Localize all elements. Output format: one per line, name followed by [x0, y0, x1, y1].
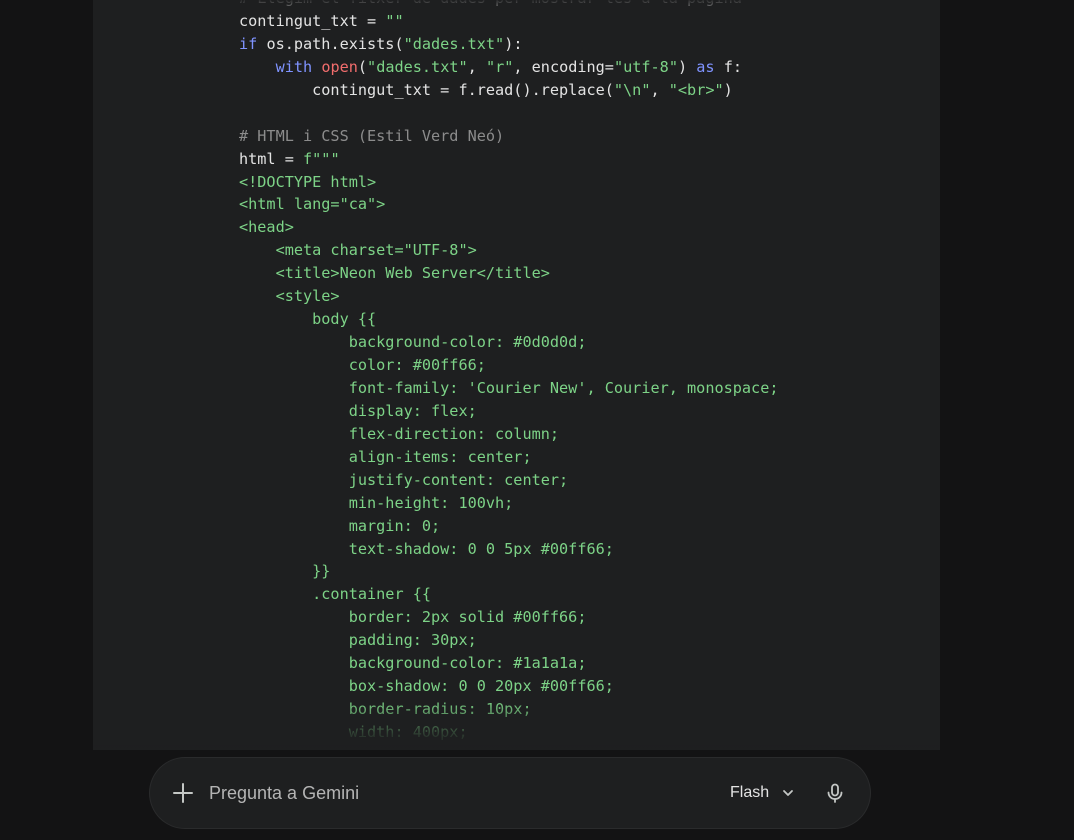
code-line: <meta charset="UTF-8">: [239, 239, 778, 262]
code-token: text-shadow: 0 0 5px #00ff66;: [239, 539, 614, 558]
code-line: background-color: #1a1a1a;: [239, 652, 778, 675]
code-line: <title>Neon Web Server</title>: [239, 262, 778, 285]
code-token: <meta charset="UTF-8">: [239, 241, 477, 260]
code-token: background-color: #0d0d0d;: [239, 333, 587, 352]
add-attachment-button[interactable]: [164, 774, 202, 812]
code-line: margin: 0;: [239, 515, 778, 538]
code-token: # Llegim el fitxer de dades per mostrar-…: [239, 0, 742, 7]
microphone-icon: [827, 783, 843, 803]
code-token: .container {{: [239, 585, 432, 604]
code-token: color: #00ff66;: [239, 356, 486, 374]
code-line: }}: [239, 560, 778, 583]
code-line: text-shadow: 0 0 5px #00ff66;: [239, 538, 778, 561]
code-token: # HTML i CSS (Estil Verd Neó): [239, 126, 505, 145]
code-token: if: [239, 34, 258, 53]
code-token: with: [275, 57, 313, 76]
code-token: open: [321, 57, 358, 76]
code-line: contingut_txt = "": [239, 10, 778, 33]
code-line: contingut_txt = f.read().replace("\n", "…: [239, 79, 778, 102]
code-token: (: [357, 57, 368, 76]
code-token: body {{: [239, 310, 377, 329]
code-token: width: 400px;: [239, 723, 468, 741]
code-line: background-color: #0d0d0d;: [239, 331, 778, 354]
microphone-button[interactable]: [816, 774, 854, 812]
chevron-down-icon: [783, 790, 794, 796]
code-token: margin: 0;: [239, 516, 441, 535]
code-line: min-height: 100vh;: [239, 492, 778, 515]
code-token: ): [677, 57, 697, 76]
code-line: <head>: [239, 216, 778, 239]
code-line: padding: 30px;: [239, 629, 778, 652]
code-line: border: 2px solid #00ff66;: [239, 606, 778, 629]
code-token: , encoding=: [513, 57, 614, 76]
code-token: "": [385, 11, 404, 30]
code-block: # Llegim el fitxer de dades per mostrar-…: [93, 0, 940, 745]
code-token: ):: [504, 34, 523, 53]
prompt-input[interactable]: [209, 778, 689, 808]
code-token: os.path.exists(: [257, 34, 404, 53]
code-token: "r": [485, 57, 514, 76]
code-line: }}: [239, 744, 778, 745]
code-line: justify-content: center;: [239, 469, 778, 492]
code-line: # Llegim el fitxer de dades per mostrar-…: [239, 0, 778, 10]
code-token: <style>: [239, 287, 340, 306]
code-line: <html lang="ca">: [239, 193, 778, 216]
code-token: contingut_txt =: [239, 11, 386, 30]
code-token: "utf-8": [613, 57, 678, 76]
code-line: html = f""": [239, 148, 778, 171]
code-token: align-items: center;: [239, 447, 532, 466]
code-token: f:: [714, 57, 743, 76]
code-line: box-shadow: 0 0 20px #00ff66;: [239, 675, 778, 698]
code-token: <!DOCTYPE html>: [239, 172, 377, 191]
code-token: <html lang="ca">: [239, 195, 386, 214]
code-token: "dades.txt": [367, 57, 468, 76]
code-token: f""": [303, 149, 340, 168]
code-line: # HTML i CSS (Estil Verd Neó): [239, 125, 778, 148]
code-token: min-height: 100vh;: [239, 493, 514, 512]
code-line: border-radius: 10px;: [239, 698, 778, 721]
code-line: display: flex;: [239, 400, 778, 423]
code-line: body {{: [239, 308, 778, 331]
code-line: if os.path.exists("dades.txt"):: [239, 33, 778, 56]
code-token: background-color: #1a1a1a;: [239, 654, 587, 673]
code-line: width: 400px;: [239, 721, 778, 744]
code-token: html =: [239, 149, 304, 168]
code-content: # Llegim el fitxer de dades per mostrar-…: [239, 0, 778, 745]
code-token: display: flex;: [239, 401, 477, 420]
code-token: ,: [650, 80, 669, 99]
model-selector[interactable]: Flash: [718, 776, 808, 810]
code-token: <head>: [239, 218, 294, 237]
code-token: font-family: 'Courier New', Courier, mon…: [239, 378, 779, 397]
code-token: as: [696, 57, 715, 76]
code-line: .container {{: [239, 583, 778, 606]
code-token: ,: [467, 57, 486, 76]
code-line: <!DOCTYPE html>: [239, 171, 778, 194]
code-token: }}: [239, 562, 331, 581]
code-token: padding: 30px;: [239, 631, 477, 650]
code-line: <style>: [239, 285, 778, 308]
code-line: flex-direction: column;: [239, 423, 778, 446]
code-token: border-radius: 10px;: [239, 700, 532, 719]
code-token: contingut_txt = f.read().replace(: [239, 80, 614, 99]
code-token: "<br>": [668, 80, 724, 99]
code-token: <title>Neon Web Server</title>: [239, 264, 550, 283]
code-token: "dades.txt": [403, 34, 505, 53]
code-token: border: 2px solid #00ff66;: [239, 608, 587, 627]
code-line: font-family: 'Courier New', Courier, mon…: [239, 377, 779, 400]
code-token: "\n": [613, 80, 651, 99]
model-label: Flash: [730, 784, 770, 801]
code-line: color: #00ff66;: [239, 354, 778, 377]
code-token: flex-direction: column;: [239, 424, 560, 443]
code-token: justify-content: center;: [239, 470, 569, 489]
plus-icon: [173, 783, 193, 803]
code-line: align-items: center;: [239, 446, 778, 469]
code-token: ): [723, 80, 733, 99]
code-token: box-shadow: 0 0 20px #00ff66;: [239, 677, 614, 696]
code-line: with open("dades.txt", "r", encoding="ut…: [239, 56, 778, 79]
